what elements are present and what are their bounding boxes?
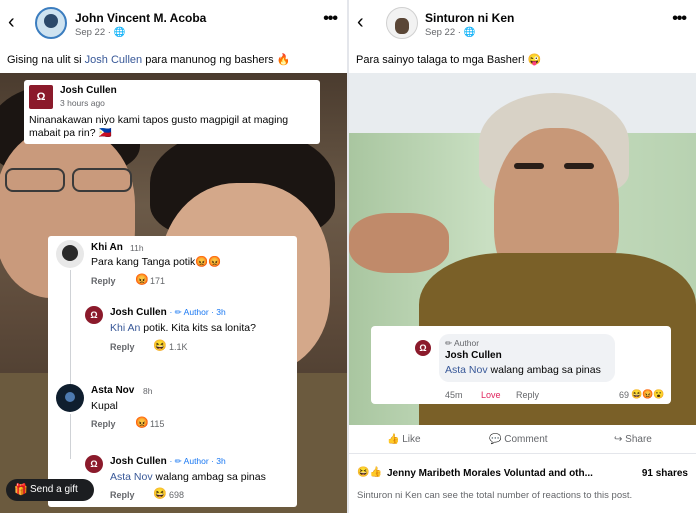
comment-time: 45m [445,390,463,400]
comment-author[interactable]: Josh Cullen · ✏ Author · 3h [110,456,226,467]
post-date: Sep 22 · 🌐 [75,27,126,38]
comment-card: Ω ✏ Author Josh Cullen Asta Nov walang a… [371,326,671,404]
comment-author[interactable]: Khi An [91,242,123,253]
comment-bubble: ✏ Author Josh Cullen Asta Nov walang amb… [439,334,615,382]
avatar[interactable] [35,7,67,39]
reaction-count: 698 [169,490,185,500]
mention-link[interactable]: Asta Nov [445,364,488,376]
comment-text: Asta Nov walang ambag sa pinas [110,471,266,483]
quoted-post-text-line1: Ninanakawan niyo kami tapos gusto magpig… [29,114,289,126]
comment-time: 11h [130,243,144,253]
reply-button[interactable]: Reply [516,390,539,400]
comment-text: Asta Nov walang ambag sa pinas [445,364,601,376]
comment-author[interactable]: Josh Cullen [445,350,502,361]
avatar[interactable] [386,7,418,39]
mention-link[interactable]: Josh Cullen [85,54,142,66]
post-header: ‹ Sinturon ni Ken Sep 22 · 🌐 ••• [349,0,696,44]
globe-icon: 🌐 [113,27,126,38]
author-badge: · ✏ Author · 3h [169,456,226,466]
comment-text: Khi An potik. Kita kits sa lonita? [110,322,256,334]
reaction-count: 1.1K [169,342,188,352]
josh-cullen-logo[interactable]: Ω [85,306,103,324]
comments-card: Khi An 11h Para kang Tanga potik😡😡 Reply… [48,236,297,507]
josh-cullen-logo: Ω [29,85,53,109]
avatar[interactable] [56,240,84,268]
author-badge: ✏ Author [445,338,480,348]
quoted-post-time: 3 hours ago [60,98,105,108]
comment-author[interactable]: Asta Nov [91,385,134,396]
mention-link[interactable]: Khi An [110,322,140,334]
reactions-summary[interactable]: 😆👍 Jenny Maribeth Morales Voluntad and o… [357,467,688,481]
reply-button[interactable]: Reply [110,342,135,352]
post-author-name[interactable]: Sinturon ni Ken [425,11,514,25]
send-gift-button[interactable]: 🎁 Send a gift [6,479,94,501]
share-arrow-icon: ↪ [614,434,623,445]
like-button[interactable]: 👍 Like [387,434,421,445]
reaction-icons: 😆👍 [357,467,382,478]
post-actions-bar: 👍 Like 💬 Comment ↪ Share [349,428,696,454]
post-header: ‹ John Vincent M. Acoba Sep 22 · 🌐 ••• [0,0,347,44]
reaction-count: 69 [619,390,630,400]
comment-text: Para kang Tanga potik😡😡 [91,256,222,268]
gift-icon: 🎁 [14,484,28,496]
haha-reaction-icon[interactable]: 😆 [153,488,167,500]
haha-reaction-icon[interactable]: 😆 [153,340,167,352]
angry-reaction-icon[interactable]: 😡 [135,417,149,429]
comment-text: Kupal [91,400,118,412]
more-options-icon[interactable]: ••• [323,10,338,28]
comment-author[interactable]: Josh Cullen · ✏ Author · 3h [110,307,226,318]
quoted-post-text-line2: mabait pa rin? 🇵🇭 [29,127,112,139]
quoted-post-card: Ω Josh Cullen 3 hours ago Ninanakawan ni… [24,80,320,144]
left-post-panel: ‹ John Vincent M. Acoba Sep 22 · 🌐 ••• G… [0,0,347,513]
post-author-name[interactable]: John Vincent M. Acoba [75,11,206,25]
post-caption: Gising na ulit si Josh Cullen para manun… [7,54,291,66]
thumbs-up-icon: 👍 [387,434,400,445]
reply-button[interactable]: Reply [110,490,135,500]
reaction-count: 171 [150,276,166,286]
share-button[interactable]: ↪ Share [614,434,652,445]
post-caption: Para sainyo talaga to mga Basher! 😜 [356,54,542,66]
angry-reaction-icon[interactable]: 😡 [135,274,149,286]
more-options-icon[interactable]: ••• [672,10,687,28]
josh-cullen-logo[interactable]: Ω [415,340,431,356]
author-badge: · ✏ Author · 3h [169,307,226,317]
comment-time: 8h [143,386,153,396]
back-arrow-icon[interactable]: ‹ [8,12,15,32]
reply-button[interactable]: Reply [91,419,116,429]
comment-button[interactable]: 💬 Comment [489,434,548,445]
reaction-count: 115 [150,419,165,429]
reply-button[interactable]: Reply [91,276,116,286]
josh-cullen-logo[interactable]: Ω [85,455,103,473]
reactions-visibility-note: Sinturon ni Ken can see the total number… [357,490,633,501]
mention-link[interactable]: Asta Nov [110,471,153,483]
love-reaction-button[interactable]: Love [481,390,501,400]
avatar[interactable] [56,384,84,412]
shares-count[interactable]: 91 shares [642,468,688,479]
reaction-icons[interactable]: 😆😡😮 [631,388,665,400]
post-date: Sep 22 · 🌐 [425,27,476,38]
right-post-panel: ‹ Sinturon ni Ken Sep 22 · 🌐 ••• Para sa… [349,0,696,513]
reactors-names[interactable]: Jenny Maribeth Morales Voluntad and oth.… [387,468,593,479]
globe-icon: 🌐 [463,27,476,38]
comment-bubble-icon: 💬 [489,434,502,445]
back-arrow-icon[interactable]: ‹ [357,12,364,32]
quoted-post-author[interactable]: Josh Cullen [60,85,117,96]
